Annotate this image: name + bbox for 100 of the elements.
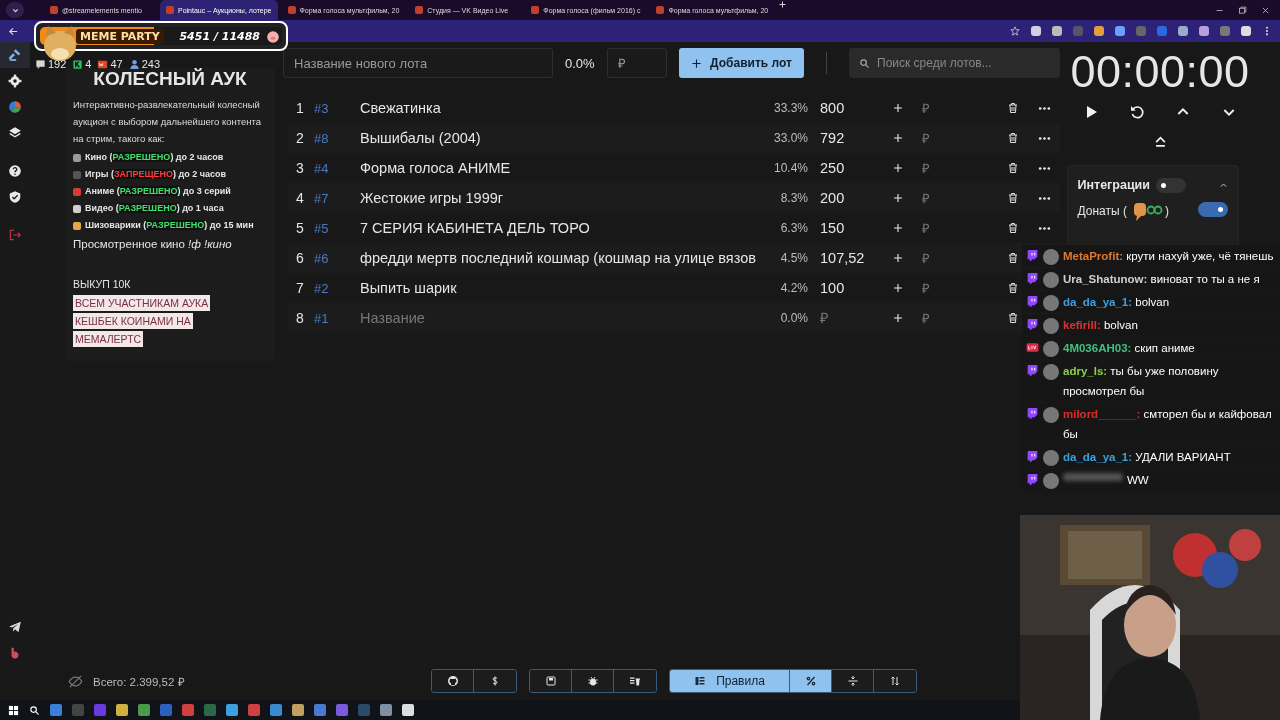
delete-button[interactable]	[1007, 222, 1019, 234]
amount-text[interactable]: 250	[808, 160, 878, 176]
blurred-name	[1063, 473, 1123, 481]
lot-name[interactable]: фредди мертв последний кошмар (кошмар на улице вязов	[360, 250, 760, 266]
add-button[interactable]	[892, 192, 904, 204]
donations-label: Донаты (	[1077, 204, 1127, 218]
app-icon[interactable]	[138, 704, 150, 716]
amount-text[interactable]: 107,52	[808, 250, 878, 266]
twitch-icon	[1026, 407, 1039, 420]
amount-field[interactable]: ₽	[607, 48, 667, 78]
add-button[interactable]	[892, 282, 904, 294]
add-lot-button[interactable]: Добавить лот	[679, 48, 804, 78]
chat-message: kefirill: bolvan	[1063, 319, 1138, 331]
lot-name[interactable]: Выпить шарик	[360, 280, 760, 296]
rule-text: Кино (РАЗРЕШЕНО) до 2 часов	[85, 151, 224, 164]
search-field[interactable]: Поиск среди лотов...	[849, 48, 1060, 78]
donations-toggle[interactable]	[1197, 202, 1228, 217]
plus-icon	[691, 57, 703, 69]
extension-icon[interactable]	[1199, 26, 1209, 36]
add-amount-field[interactable]: ₽	[922, 310, 944, 326]
toolbar-button[interactable]	[614, 670, 656, 692]
app-icon[interactable]	[314, 704, 326, 716]
app-icon[interactable]	[402, 704, 414, 716]
delete-button[interactable]	[1007, 102, 1019, 114]
add-amount-field[interactable]: ₽	[922, 100, 944, 116]
extension-icon[interactable]	[1094, 26, 1104, 36]
progress-text: 5451 / 11488	[179, 30, 260, 43]
app-icon[interactable]	[116, 704, 128, 716]
app-icon[interactable]	[226, 704, 238, 716]
lot-name[interactable]: Вышибалы (2004)	[360, 130, 760, 146]
delete-button[interactable]	[1007, 312, 1019, 324]
toolbar-button[interactable]	[572, 670, 614, 692]
tab-list-button[interactable]	[6, 2, 24, 18]
trash-icon	[1007, 282, 1019, 294]
chat-message: da_da_ya_1: УДАЛИ ВАРИАНТ	[1063, 451, 1231, 463]
delete-button[interactable]	[1007, 192, 1019, 204]
integrations-toggle[interactable]	[1155, 177, 1186, 193]
add-button[interactable]	[892, 132, 904, 144]
app-icon[interactable]	[380, 704, 392, 716]
trash-icon	[1007, 102, 1019, 114]
extension-icon[interactable]	[1241, 26, 1251, 36]
plus-icon	[892, 192, 904, 204]
stat-value: 243	[141, 58, 161, 70]
add-amount-field[interactable]: ₽	[922, 190, 944, 206]
share-text: 6.3%	[779, 221, 808, 235]
add-button[interactable]	[892, 162, 904, 174]
app-icon[interactable]	[270, 704, 282, 716]
amount-text[interactable]: 200	[808, 190, 878, 206]
app-icon[interactable]	[182, 704, 194, 716]
add-button[interactable]	[892, 252, 904, 264]
rule-text: Аниме (РАЗРЕШЕНО) до 3 серий	[85, 185, 231, 198]
amount-text[interactable]: 792	[808, 130, 878, 146]
reset-button[interactable]	[1129, 104, 1145, 120]
lot-name[interactable]: 7 СЕРИЯ КАБИНЕТА ДЕЛЬ ТОРО	[360, 220, 760, 236]
extension-icon[interactable]	[1052, 26, 1062, 36]
sidebar-item[interactable]	[0, 42, 30, 68]
lot-name[interactable]: Жестокие игры 1999г	[360, 190, 760, 206]
share-text: 33.3%	[772, 101, 808, 115]
lot-name-field[interactable]: Название нового лота	[283, 48, 553, 78]
app-icon[interactable]	[248, 704, 260, 716]
panel-title: КОЛЕСНЫЙ АУК	[92, 68, 248, 90]
extension-icon[interactable]	[1178, 26, 1188, 36]
rules-button[interactable]: Правила	[670, 670, 790, 692]
stat-value: 4	[85, 58, 92, 70]
lot-name[interactable]: Форма голоса АНИМЕ	[360, 160, 760, 176]
lot-name[interactable]: Свежатинка	[360, 100, 760, 116]
add-amount-field[interactable]: ₽	[922, 130, 944, 146]
add-button[interactable]	[892, 312, 904, 324]
toolbar-button[interactable]	[432, 670, 474, 692]
favicon-icon	[531, 6, 540, 14]
chat-message: da_da_ya_1: bolvan	[1063, 296, 1170, 308]
lot-id: #7	[314, 190, 330, 206]
amount-text[interactable]: 800	[808, 100, 878, 116]
amount-text[interactable]: 100	[808, 280, 878, 296]
extension-icon[interactable]	[1115, 26, 1125, 36]
add-amount-field[interactable]: ₽	[922, 280, 944, 296]
viewers-icon	[128, 58, 140, 70]
delete-button[interactable]	[1007, 252, 1019, 264]
chat-message: 4M036AH03: скип аниме	[1063, 342, 1195, 354]
amount-text[interactable]: 150	[808, 220, 878, 236]
lot-name-field[interactable]: Название	[360, 310, 480, 326]
add-amount-field[interactable]: ₽	[922, 250, 944, 266]
app-icon[interactable]	[336, 704, 348, 716]
extension-icon[interactable]	[1031, 26, 1041, 36]
app-icon[interactable]	[292, 704, 304, 716]
share-text: 33.0%	[772, 131, 808, 145]
share-text: 10.4%	[772, 161, 808, 175]
delete-button[interactable]	[1007, 282, 1019, 294]
amount-field[interactable]: ₽	[820, 310, 870, 326]
delete-button[interactable]	[1007, 162, 1019, 174]
add-amount-field[interactable]: ₽	[922, 160, 944, 176]
toolbar-button[interactable]	[790, 670, 832, 692]
app-icon[interactable]	[50, 704, 62, 716]
trash-icon	[1007, 252, 1019, 264]
add-amount-field[interactable]: ₽	[922, 220, 944, 236]
stat-value: 47	[110, 58, 123, 70]
add-button[interactable]	[892, 222, 904, 234]
delete-button[interactable]	[1007, 132, 1019, 144]
add-button[interactable]	[892, 102, 904, 114]
settings-icon	[8, 74, 22, 88]
